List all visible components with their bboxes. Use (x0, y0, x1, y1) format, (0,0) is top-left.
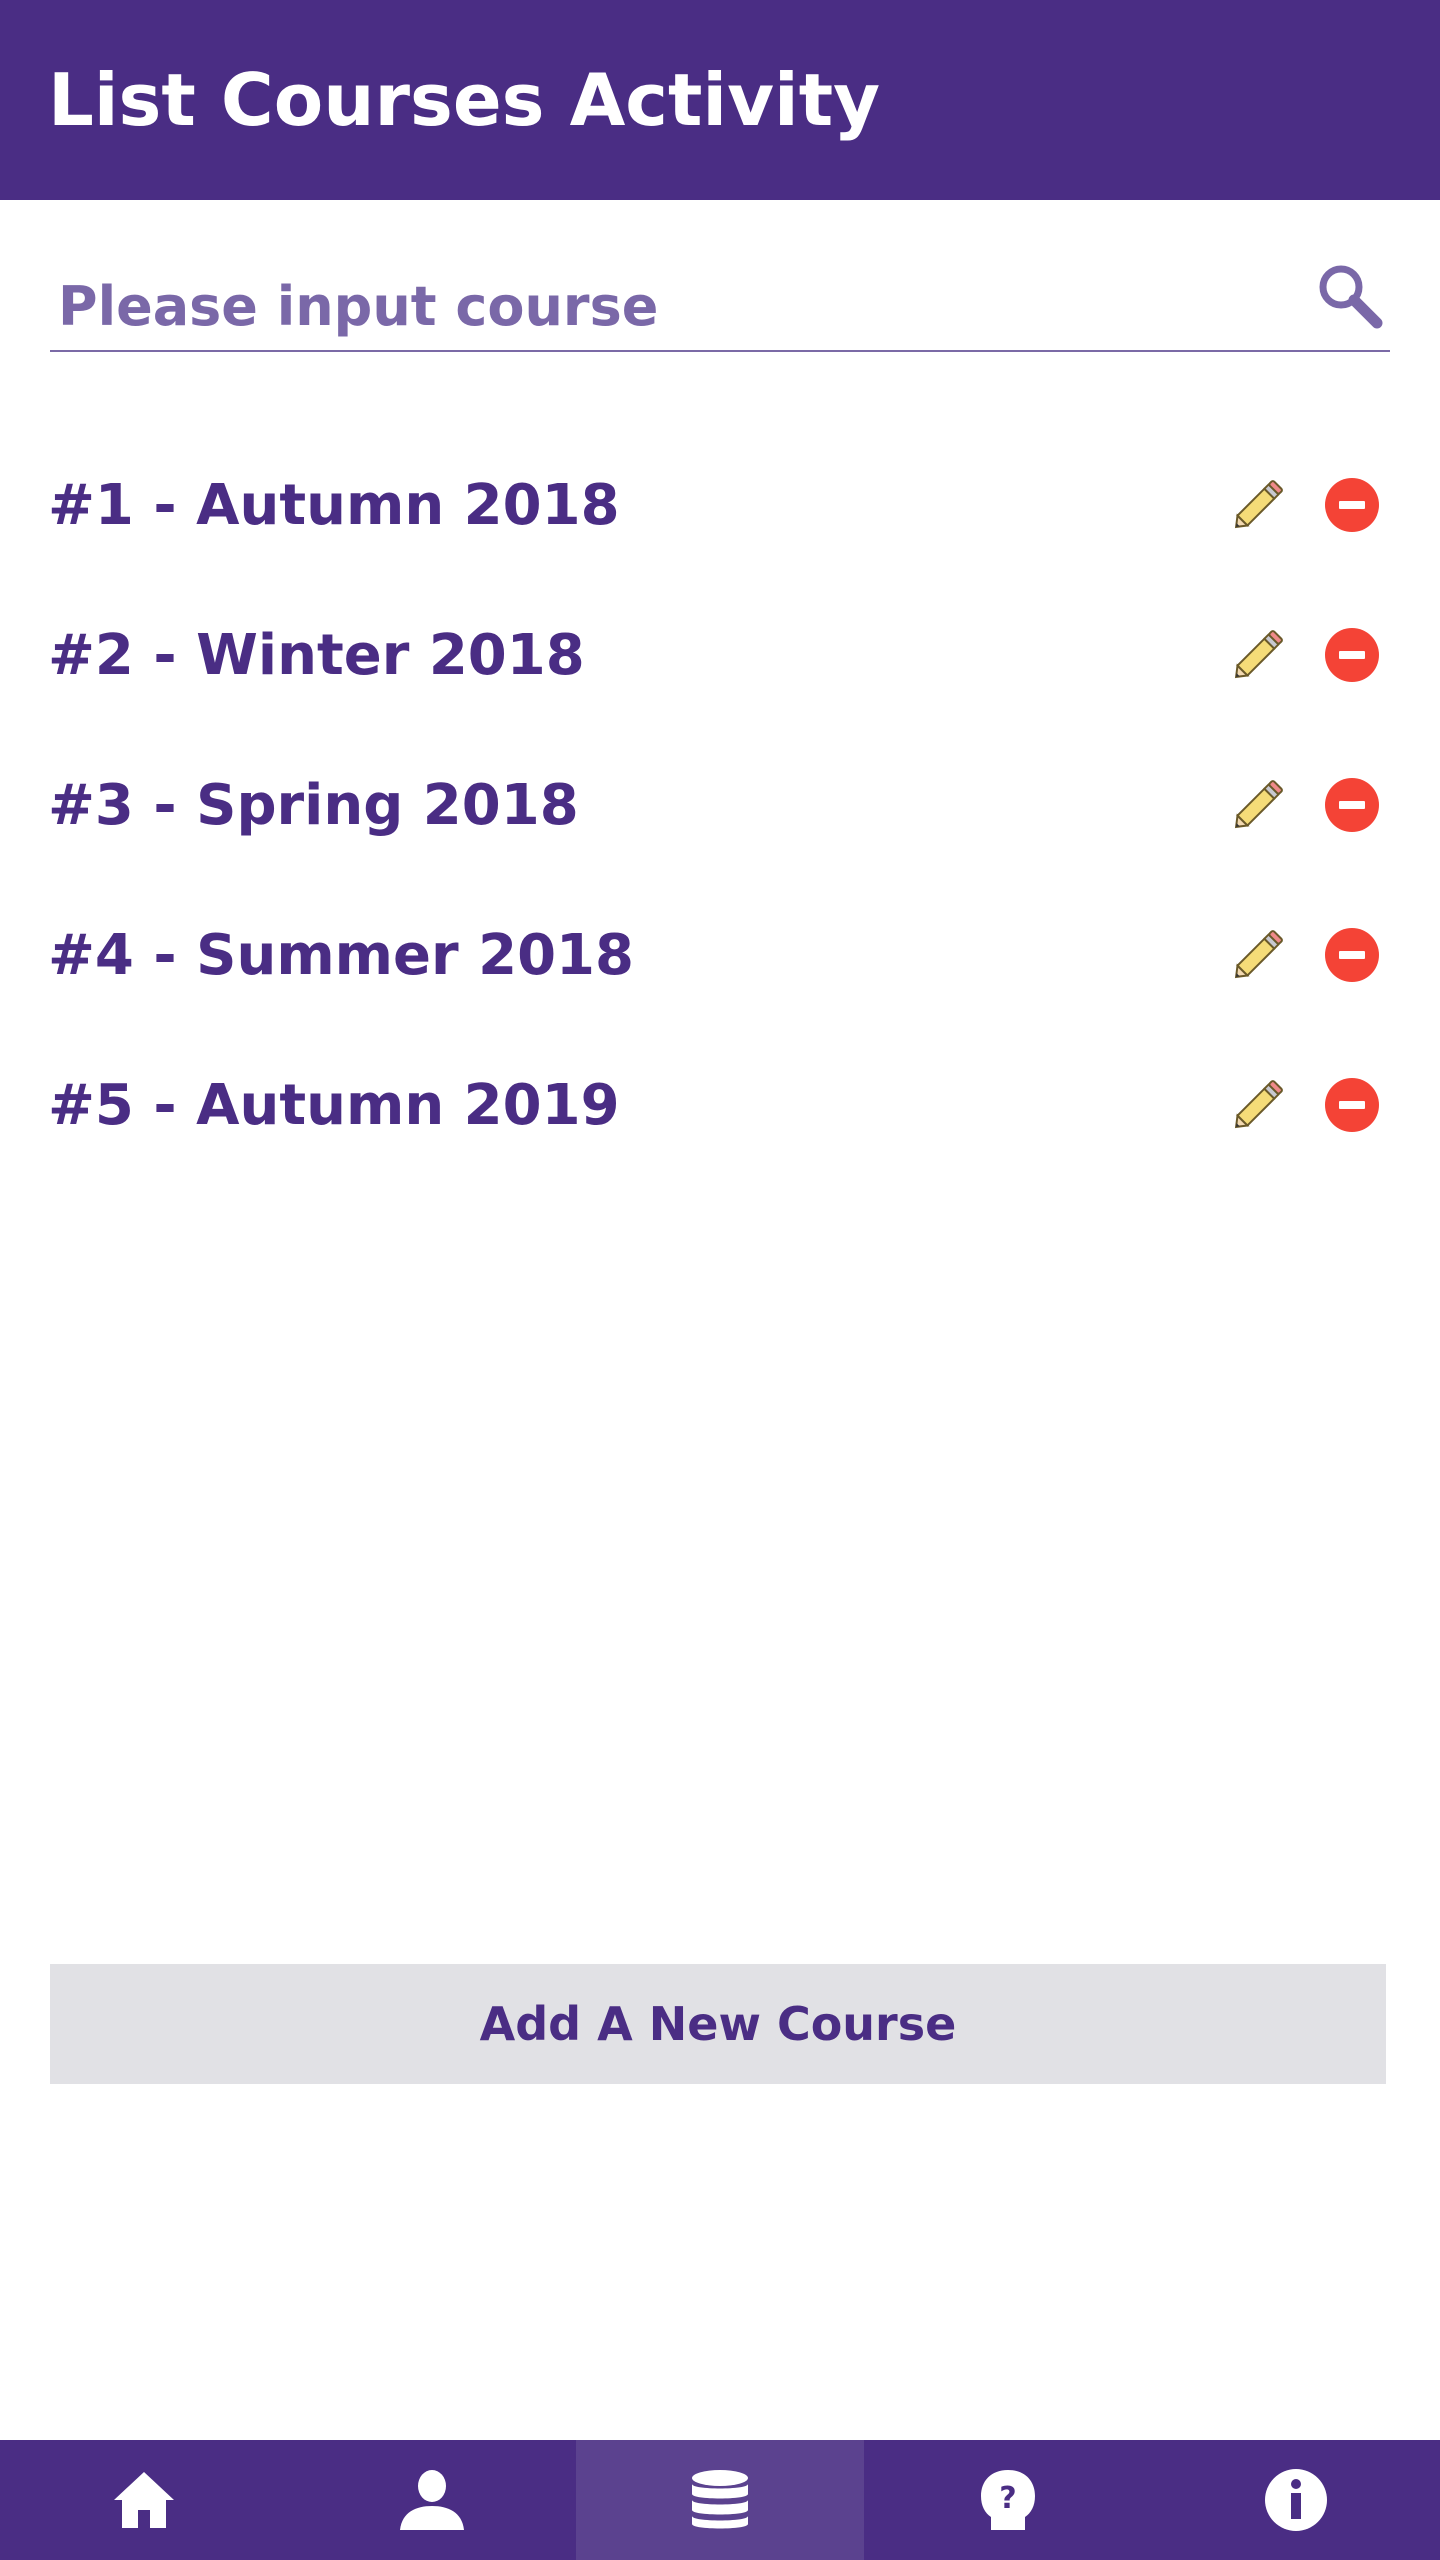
pencil-icon[interactable] (1218, 615, 1298, 695)
nav-home[interactable] (0, 2440, 288, 2560)
nav-profile[interactable] (288, 2440, 576, 2560)
pencil-icon[interactable] (1218, 1065, 1298, 1145)
add-course-label: Add A New Course (479, 1997, 957, 2051)
database-icon (692, 2470, 748, 2529)
course-row[interactable]: #1 - Autumn 2018 (48, 430, 1392, 580)
remove-icon[interactable] (1312, 1065, 1392, 1145)
search-icon[interactable] (1310, 256, 1390, 336)
course-actions (1218, 765, 1392, 845)
course-row[interactable]: #3 - Spring 2018 (48, 730, 1392, 880)
course-label: #5 - Autumn 2019 (48, 1072, 620, 1138)
app-screen: List Courses Activity #1 - Autumn 2018 (0, 0, 1440, 2560)
remove-icon[interactable] (1312, 915, 1392, 995)
nav-help[interactable]: ? (864, 2440, 1152, 2560)
help-icon: ? (981, 2470, 1035, 2530)
course-label: #1 - Autumn 2018 (48, 472, 620, 538)
nav-info[interactable] (1152, 2440, 1440, 2560)
remove-icon[interactable] (1312, 465, 1392, 545)
course-label: #4 - Summer 2018 (48, 922, 634, 988)
user-icon (400, 2470, 464, 2530)
course-label: #2 - Winter 2018 (48, 622, 585, 688)
course-actions (1218, 1065, 1392, 1145)
course-actions (1218, 465, 1392, 545)
search-bar (50, 262, 1390, 352)
page-title: List Courses Activity (48, 58, 881, 142)
bottom-navigation: ? (0, 2440, 1440, 2560)
course-actions (1218, 615, 1392, 695)
remove-icon[interactable] (1312, 615, 1392, 695)
course-label: #3 - Spring 2018 (48, 772, 579, 838)
course-list: #1 - Autumn 2018 #2 - Winter 2018 #3 - S… (48, 430, 1392, 1180)
search-input[interactable] (50, 262, 1310, 350)
remove-icon[interactable] (1312, 765, 1392, 845)
add-course-button[interactable]: Add A New Course (50, 1964, 1386, 2084)
home-icon (114, 2472, 174, 2528)
svg-text:?: ? (999, 2481, 1016, 2516)
pencil-icon[interactable] (1218, 915, 1298, 995)
course-row[interactable]: #4 - Summer 2018 (48, 880, 1392, 1030)
pencil-icon[interactable] (1218, 765, 1298, 845)
nav-database[interactable] (576, 2440, 864, 2560)
pencil-icon[interactable] (1218, 465, 1298, 545)
course-actions (1218, 915, 1392, 995)
app-bar: List Courses Activity (0, 0, 1440, 200)
course-row[interactable]: #5 - Autumn 2019 (48, 1030, 1392, 1180)
info-icon (1265, 2469, 1327, 2531)
course-row[interactable]: #2 - Winter 2018 (48, 580, 1392, 730)
